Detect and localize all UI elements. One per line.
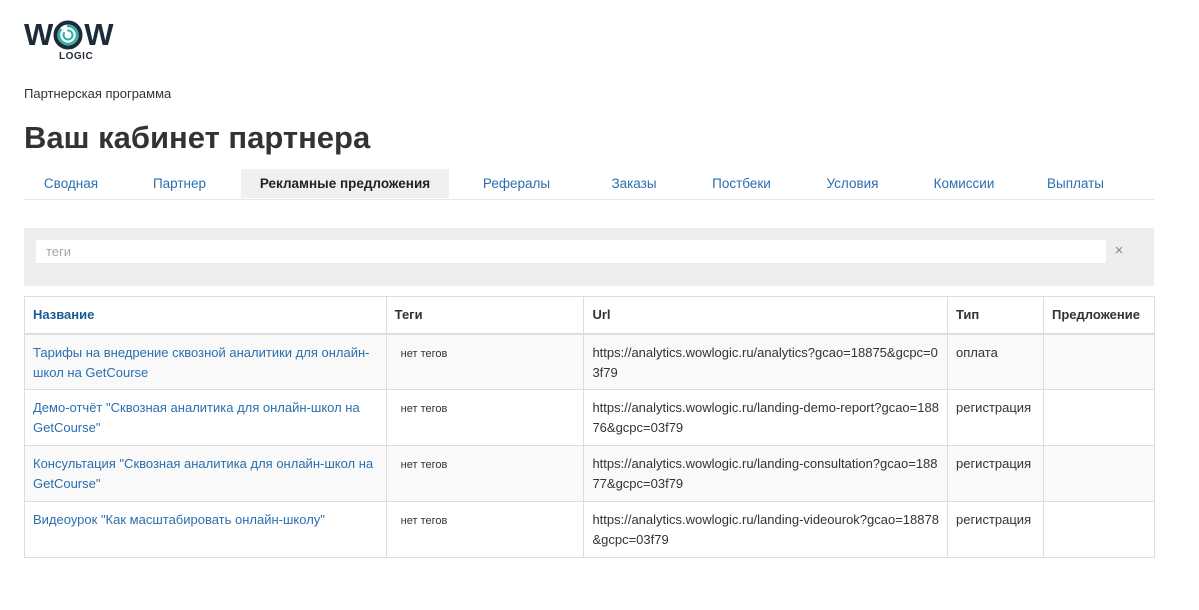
offer-tags: нет тегов <box>400 403 448 415</box>
table-header-row: Название Теги Url Тип Предложение <box>24 296 1156 335</box>
cell-url: https://analytics.wowlogic.ru/analytics?… <box>583 333 948 390</box>
cell-tags: нет тегов <box>385 333 585 390</box>
breadcrumb: Партнерская программа <box>24 86 172 101</box>
logo-letter-w2: W <box>84 17 113 52</box>
cell-offer <box>1042 389 1156 446</box>
tab-payouts[interactable]: Выплаты <box>1022 169 1129 198</box>
offer-name-link[interactable]: Видеоурок "Как масштабировать онлайн-шко… <box>33 512 325 527</box>
column-header-tags: Теги <box>385 296 585 335</box>
cell-offer <box>1042 333 1156 390</box>
offer-url: https://analytics.wowlogic.ru/landing-de… <box>592 400 939 435</box>
table-row: Консультация "Сквозная аналитика для онл… <box>24 445 1156 502</box>
column-header-type: Тип <box>946 296 1044 335</box>
offer-url: https://analytics.wowlogic.ru/landing-co… <box>592 456 938 491</box>
cell-type: оплата <box>946 333 1044 390</box>
tab-partner[interactable]: Партнер <box>118 169 241 198</box>
logo-letter-w1: W <box>24 17 53 52</box>
cell-type: регистрация <box>946 501 1044 558</box>
cell-name: Видеоурок "Как масштабировать онлайн-шко… <box>24 501 387 558</box>
filter-panel: × <box>24 228 1154 286</box>
cell-offer <box>1042 501 1156 558</box>
tab-conditions[interactable]: Условия <box>799 169 906 198</box>
cell-tags: нет тегов <box>385 389 585 446</box>
cell-url: https://analytics.wowlogic.ru/landing-vi… <box>583 501 948 558</box>
table-row: Видеоурок "Как масштабировать онлайн-шко… <box>24 501 1156 558</box>
offer-tags: нет тегов <box>400 459 448 471</box>
table-row: Тарифы на внедрение сквозной аналитики д… <box>24 333 1156 390</box>
cell-url: https://analytics.wowlogic.ru/landing-de… <box>583 389 948 446</box>
offer-tags: нет тегов <box>400 515 448 527</box>
clear-filter-icon[interactable]: × <box>1112 241 1126 261</box>
logo-ring-icon <box>53 20 83 50</box>
column-header-offer: Предложение <box>1042 296 1156 335</box>
tab-referrals[interactable]: Рефералы <box>449 169 584 198</box>
cell-url: https://analytics.wowlogic.ru/landing-co… <box>583 445 948 502</box>
logo-wordmark: W W <box>24 17 114 52</box>
page-title: Ваш кабинет партнера <box>24 120 371 155</box>
tab-bar: Сводная Партнер Рекламные предложения Ре… <box>24 169 1154 200</box>
offer-name-link[interactable]: Демо-отчёт "Сквозная аналитика для онлай… <box>33 400 360 435</box>
logo-subtitle: LOGIC <box>59 51 94 62</box>
tab-commissions[interactable]: Комиссии <box>906 169 1022 198</box>
column-header-url: Url <box>583 296 948 335</box>
tab-ad-offers[interactable]: Рекламные предложения <box>241 169 449 198</box>
wowlogic-logo[interactable]: W W LOGIC <box>24 17 124 64</box>
tab-postbacks[interactable]: Постбеки <box>684 169 799 198</box>
offer-url: https://analytics.wowlogic.ru/landing-vi… <box>592 512 939 547</box>
offer-name-link[interactable]: Тарифы на внедрение сквозной аналитики д… <box>33 345 369 380</box>
column-header-name[interactable]: Название <box>24 296 387 335</box>
cell-offer <box>1042 445 1156 502</box>
tags-filter-input[interactable] <box>35 239 1107 264</box>
offer-tags: нет тегов <box>400 347 448 360</box>
cell-name: Тарифы на внедрение сквозной аналитики д… <box>24 333 387 390</box>
cell-tags: нет тегов <box>385 501 585 558</box>
tab-orders[interactable]: Заказы <box>584 169 684 198</box>
offer-name-link[interactable]: Консультация "Сквозная аналитика для онл… <box>33 456 373 491</box>
offer-url: https://analytics.wowlogic.ru/analytics?… <box>592 344 938 380</box>
tab-summary[interactable]: Сводная <box>24 169 118 198</box>
offers-table: Название Теги Url Тип Предложение Тарифы… <box>24 296 1156 558</box>
cell-name: Консультация "Сквозная аналитика для онл… <box>24 445 387 502</box>
cell-type: регистрация <box>946 445 1044 502</box>
cell-type: регистрация <box>946 389 1044 446</box>
table-row: Демо-отчёт "Сквозная аналитика для онлай… <box>24 389 1156 446</box>
cell-name: Демо-отчёт "Сквозная аналитика для онлай… <box>24 389 387 446</box>
cell-tags: нет тегов <box>385 445 585 502</box>
